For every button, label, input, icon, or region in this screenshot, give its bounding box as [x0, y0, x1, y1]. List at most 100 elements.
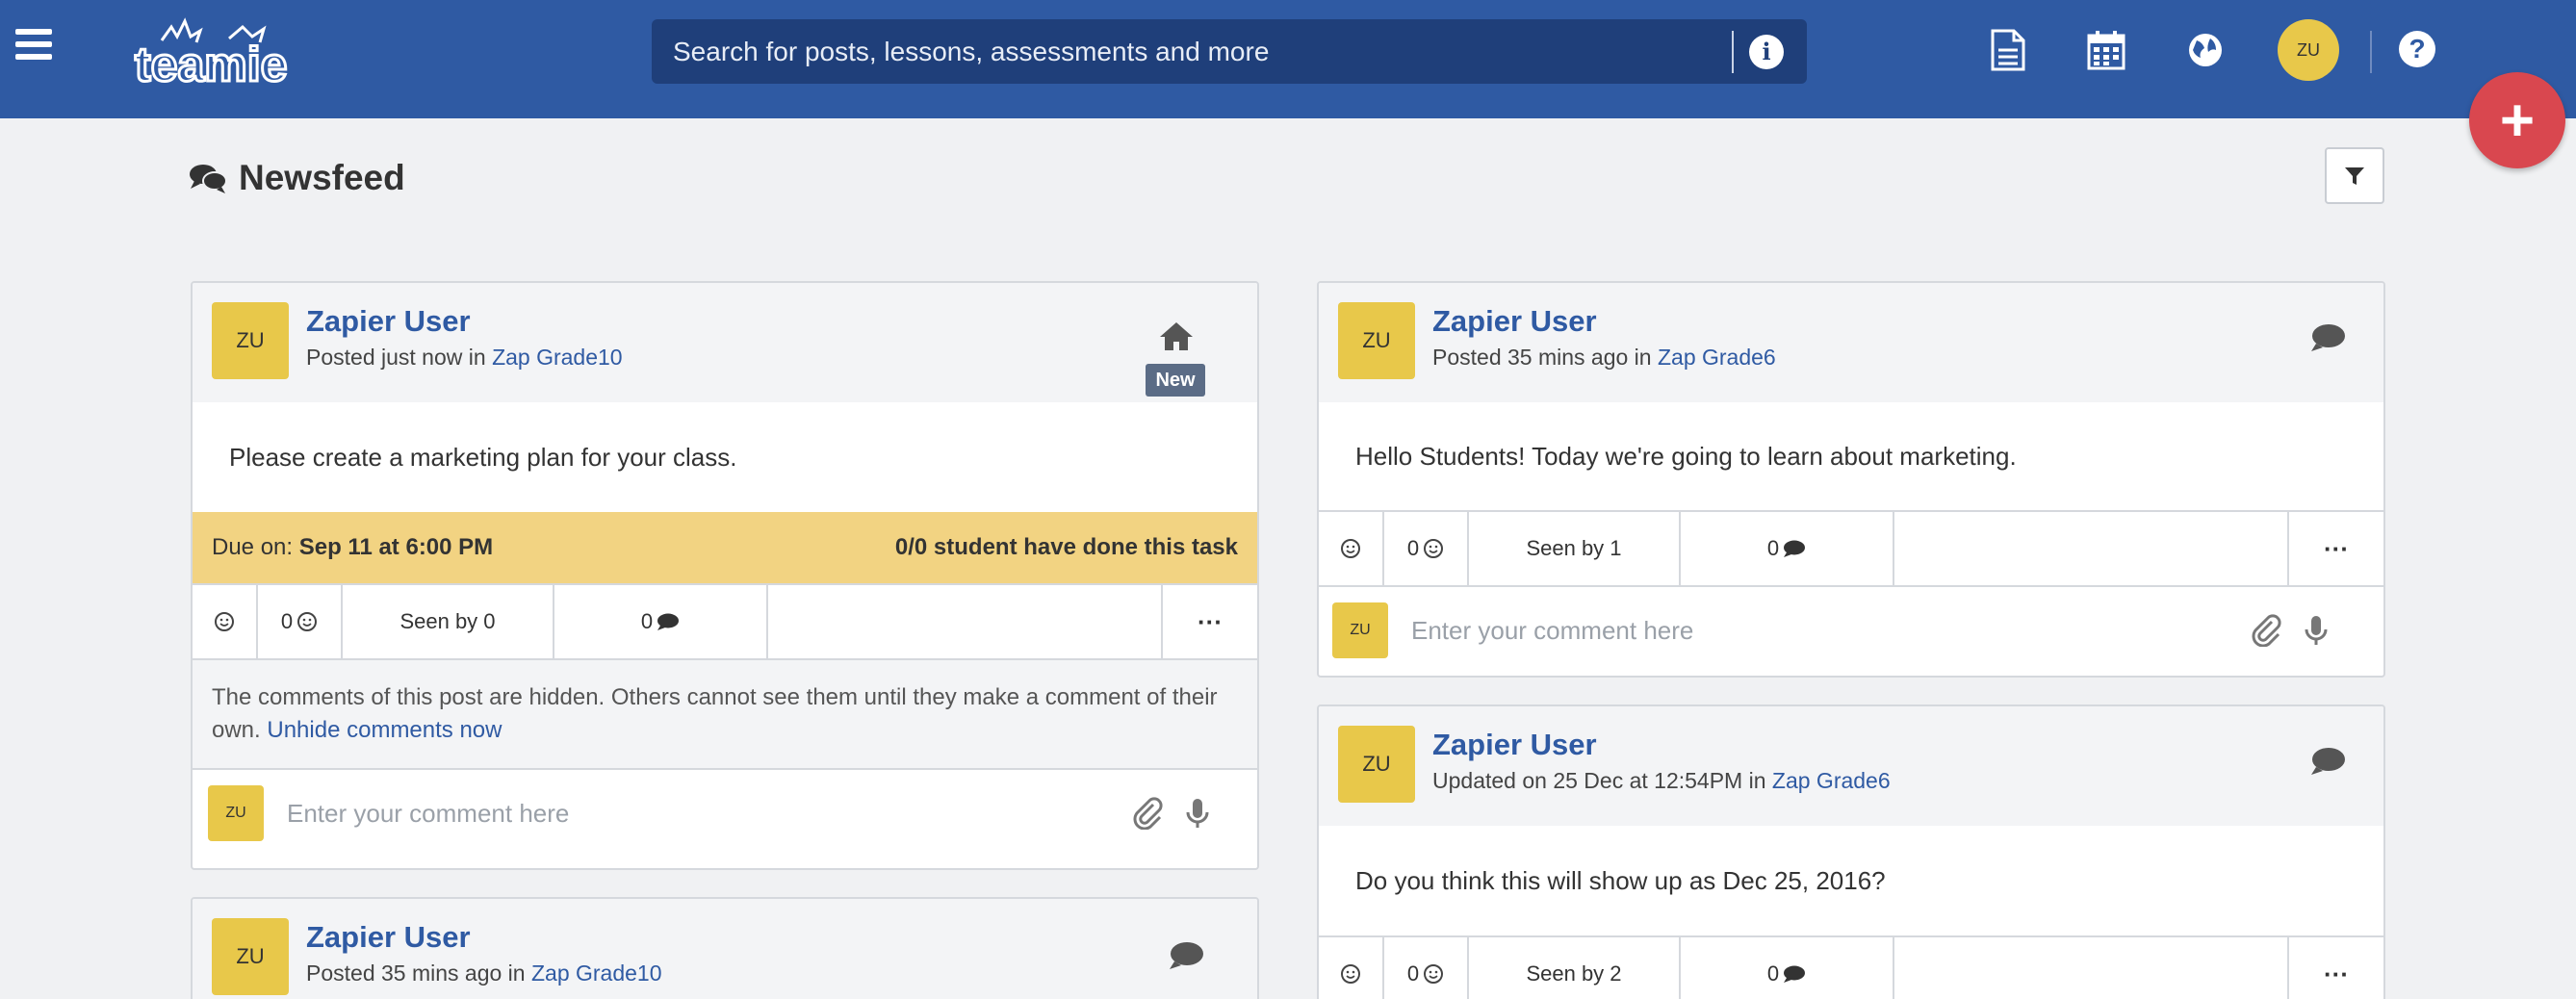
react-button[interactable]: [1319, 937, 1384, 999]
comment-bubble-icon: [1784, 540, 1806, 557]
unhide-comments-link[interactable]: Unhide comments now: [267, 717, 502, 743]
post-time: Posted just now in: [306, 345, 486, 370]
author-avatar[interactable]: ZU: [1338, 726, 1415, 803]
post-body: Hello Students! Today we're going to lea…: [1355, 441, 2017, 471]
seen-by[interactable]: Seen by 0: [343, 585, 554, 658]
post-meta: Updated on 25 Dec at 12:54PM in Zap Grad…: [1432, 768, 1891, 794]
microphone-icon[interactable]: [1182, 797, 1213, 830]
post-body: Please create a marketing plan for your …: [229, 442, 737, 472]
more-options-button[interactable]: ···: [1163, 585, 1257, 658]
teamie-logo[interactable]: teamie: [133, 12, 312, 89]
help-icon[interactable]: ?: [2399, 31, 2435, 67]
react-button[interactable]: [193, 585, 258, 658]
globe-icon[interactable]: [2185, 29, 2226, 71]
author-name[interactable]: Zapier User: [306, 920, 471, 955]
search-input[interactable]: [652, 19, 1732, 84]
info-icon[interactable]: i: [1749, 34, 1784, 69]
post-actions: 0 Seen by 1 0 ···: [1319, 510, 2383, 587]
author-name[interactable]: Zapier User: [1432, 304, 1597, 339]
actions-spacer: [1894, 937, 2289, 999]
class-link[interactable]: Zap Grade6: [1772, 768, 1891, 793]
nav-divider: [2370, 31, 2372, 73]
post-time: Posted 35 mins ago in: [306, 961, 526, 986]
actions-spacer: [768, 585, 1163, 658]
page-title-text: Newsfeed: [239, 158, 405, 197]
comment-count[interactable]: 0: [554, 585, 768, 658]
post-card: ZU Zapier User Posted 35 mins ago in Zap…: [191, 897, 1259, 999]
svg-text:teamie: teamie: [135, 38, 287, 89]
comment-count-value: 0: [1766, 961, 1780, 986]
post-actions: 0 Seen by 2 0 ···: [1319, 935, 2383, 999]
commenter-avatar: ZU: [1332, 602, 1388, 658]
post-meta: Posted 35 mins ago in Zap Grade10: [306, 961, 662, 986]
due-date: Sep 11 at 6:00 PM: [298, 534, 494, 560]
attachment-icon[interactable]: [2251, 614, 2281, 647]
post-header: ZU Zapier User Posted 35 mins ago in Zap…: [1319, 283, 2383, 402]
due-info: Due on: Sep 11 at 6:00 PM: [212, 534, 493, 561]
reaction-count-value: 0: [280, 609, 294, 633]
more-options-button[interactable]: ···: [2289, 512, 2383, 585]
hidden-comments-notice: The comments of this post are hidden. Ot…: [193, 660, 1257, 770]
comment-count-value: 0: [640, 609, 654, 633]
menu-icon[interactable]: [15, 29, 52, 62]
seen-by[interactable]: Seen by 1: [1469, 512, 1681, 585]
commenter-avatar: ZU: [208, 785, 264, 841]
attachment-icon[interactable]: [1132, 797, 1163, 830]
author-avatar[interactable]: ZU: [1338, 302, 1415, 379]
new-badge: New: [1146, 364, 1205, 397]
class-link[interactable]: Zap Grade6: [1658, 345, 1776, 370]
comment-input[interactable]: [1411, 615, 2251, 646]
smiley-icon: [297, 612, 318, 631]
post-meta: Posted 35 mins ago in Zap Grade6: [1432, 345, 1776, 371]
comment-count[interactable]: 0: [1681, 512, 1894, 585]
class-link[interactable]: Zap Grade10: [492, 345, 623, 370]
seen-by[interactable]: Seen by 2: [1469, 937, 1681, 999]
comment-composer: ZU: [193, 770, 1257, 857]
comments-icon: [190, 165, 227, 193]
post-time: Posted 35 mins ago in: [1432, 345, 1652, 370]
post-body: Do you think this will show up as Dec 25…: [1355, 865, 1886, 895]
author-name[interactable]: Zapier User: [1432, 728, 1597, 762]
comment-bubble-icon: [1784, 965, 1806, 983]
class-link[interactable]: Zap Grade10: [531, 961, 662, 986]
post-header: ZU Zapier User Posted just now in Zap Gr…: [193, 283, 1257, 402]
due-label: Due on:: [212, 534, 294, 560]
actions-spacer: [1894, 512, 2289, 585]
post-header: ZU Zapier User Posted 35 mins ago in Zap…: [193, 899, 1257, 999]
comment-bubble-icon: [2311, 748, 2345, 775]
create-post-button[interactable]: +: [2469, 72, 2565, 168]
filter-button[interactable]: [2325, 147, 2384, 204]
post-card: ZU Zapier User Posted just now in Zap Gr…: [191, 281, 1259, 870]
react-button[interactable]: [1319, 512, 1384, 585]
more-options-button[interactable]: ···: [2289, 937, 2383, 999]
author-name[interactable]: Zapier User: [306, 304, 471, 339]
reaction-count-value: 0: [1406, 961, 1420, 986]
post-header: ZU Zapier User Updated on 25 Dec at 12:5…: [1319, 706, 2383, 826]
global-search-bar: i: [652, 19, 1807, 84]
reaction-count-value: 0: [1406, 536, 1420, 560]
comment-bubble-icon: [1170, 942, 1203, 969]
reaction-count[interactable]: 0: [258, 585, 343, 658]
comment-bubble-icon: [657, 613, 680, 630]
smiley-icon: [1424, 539, 1444, 558]
document-icon[interactable]: [1987, 29, 2027, 71]
calendar-icon[interactable]: [2086, 29, 2126, 71]
reaction-count[interactable]: 0: [1384, 512, 1469, 585]
microphone-icon[interactable]: [2301, 614, 2331, 647]
author-avatar[interactable]: ZU: [212, 918, 289, 995]
user-avatar[interactable]: ZU: [2278, 19, 2339, 81]
comment-count[interactable]: 0: [1681, 937, 1894, 999]
post-time: Updated on 25 Dec at 12:54PM in: [1432, 768, 1766, 793]
home-icon: [1160, 322, 1193, 350]
task-completion-status: 0/0 student have done this task: [894, 534, 1238, 560]
comment-input[interactable]: [287, 798, 1132, 829]
due-banner: Due on: Sep 11 at 6:00 PM 0/0 student ha…: [193, 512, 1257, 583]
post-card: ZU Zapier User Posted 35 mins ago in Zap…: [1317, 281, 2385, 678]
smiley-icon: [1424, 964, 1444, 984]
comment-composer: ZU: [1319, 587, 2383, 674]
author-avatar[interactable]: ZU: [212, 302, 289, 379]
top-navigation-bar: teamie i ZU ?: [0, 0, 2576, 118]
post-actions: 0 Seen by 0 0 ···: [193, 583, 1257, 660]
reaction-count[interactable]: 0: [1384, 937, 1469, 999]
comment-count-value: 0: [1766, 536, 1780, 560]
